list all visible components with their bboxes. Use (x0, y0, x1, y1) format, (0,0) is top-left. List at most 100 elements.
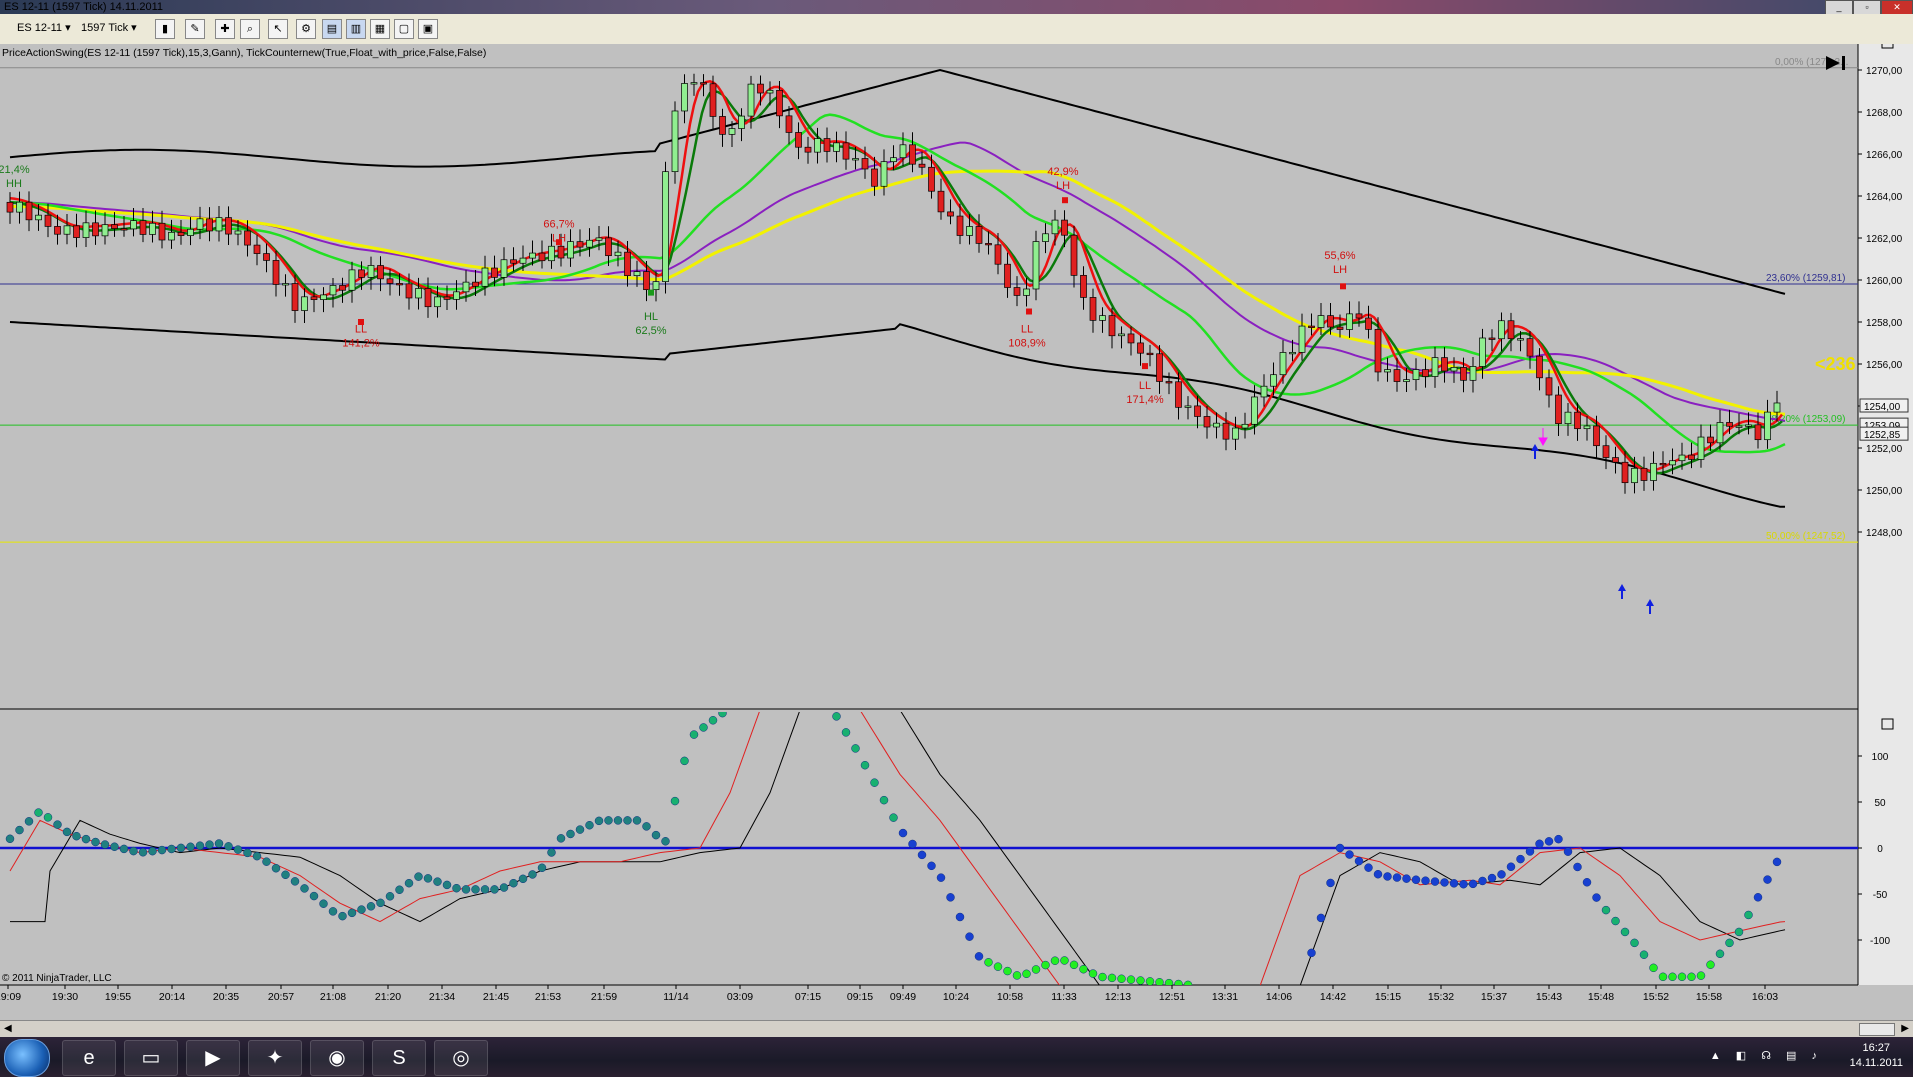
osc-dot (1772, 857, 1782, 867)
data-box-icon[interactable]: ▦ (370, 19, 390, 39)
candle-body (1764, 411, 1771, 441)
osc-dot (1402, 874, 1411, 883)
candle-body (1061, 219, 1068, 236)
indicators-icon[interactable]: ▤ (322, 19, 342, 39)
candle-body (54, 226, 61, 235)
osc-dot (575, 825, 585, 834)
candle-body (586, 239, 593, 248)
candle-body (633, 271, 641, 277)
candle-body (367, 265, 375, 278)
osc-dot (1183, 980, 1193, 985)
candle-body (1726, 422, 1733, 427)
price-label: 1258,00 (1866, 318, 1903, 329)
taskbar-clock[interactable]: 16:27 14.11.2011 (1850, 1041, 1903, 1071)
chart-area[interactable]: 0,00% (1270,2...23,60% (1259,81)38,20% (… (0, 44, 1913, 1020)
candle-body (44, 214, 52, 227)
candle-body (453, 291, 460, 300)
system-tray[interactable]: ▲ ◧ ☊ ▤ ♪ (1710, 1049, 1823, 1062)
candle-body (35, 214, 42, 221)
interval-label: 1597 Tick (81, 22, 129, 34)
window-titlebar: ES 12-11 (1597 Tick) 14.11.2011 _ ▫ ✕ (0, 0, 1913, 15)
osc-dot (509, 878, 518, 888)
horizontal-scrollbar[interactable]: ◀ ▶ (0, 1020, 1913, 1037)
interval-selector[interactable]: 1597 Tick ▾ (78, 19, 140, 38)
instrument-selector[interactable]: ES 12-11 ▾ (14, 19, 74, 38)
media-player-icon[interactable]: ▶ (186, 1040, 240, 1076)
pointer-icon[interactable]: ↖ (268, 19, 288, 39)
price-label: 1256,00 (1866, 360, 1903, 371)
swing-label: LL (1021, 324, 1033, 336)
osc-dot (119, 844, 129, 854)
candle-body (966, 226, 973, 236)
candle-body (1374, 329, 1382, 373)
osc-dot (585, 820, 594, 830)
snapshot-icon[interactable]: ▢ (394, 19, 414, 39)
ninjatrader-icon[interactable]: ◎ (434, 1040, 488, 1076)
folder-icon[interactable]: ▭ (124, 1040, 178, 1076)
osc-dot (708, 716, 718, 725)
candle-body (1650, 462, 1657, 481)
osc-dot (1326, 878, 1335, 888)
osc-dot (1592, 893, 1601, 902)
bar-type-icon[interactable]: ▮ (155, 19, 175, 39)
app-icon[interactable]: ✦ (248, 1040, 302, 1076)
time-label: 11/14 (663, 991, 689, 1003)
candle-body (557, 245, 565, 259)
scroll-thumb[interactable] (1859, 1023, 1895, 1036)
firefox-icon[interactable]: ◉ (310, 1040, 364, 1076)
osc-dot (917, 850, 927, 860)
restore-button[interactable]: ▫ (1853, 0, 1881, 15)
candle-body (1175, 381, 1182, 408)
strategies-icon[interactable]: ▥ (346, 19, 366, 39)
zoom-icon[interactable]: ⌕ (240, 19, 260, 39)
candle-body (16, 201, 23, 213)
time-label: 14:06 (1266, 991, 1292, 1003)
drawing-tool-icon[interactable]: ✎ (185, 19, 205, 39)
crosshair-icon[interactable]: ✚ (215, 19, 235, 39)
scroll-left-icon[interactable]: ◀ (4, 1023, 12, 1034)
start-button[interactable] (4, 1039, 50, 1077)
candle-body (1023, 288, 1030, 296)
ie-icon[interactable]: e (62, 1040, 116, 1076)
osc-dot (1734, 927, 1744, 937)
osc-dot (1487, 873, 1497, 883)
time-label: 21:59 (591, 991, 617, 1003)
close-button[interactable]: ✕ (1881, 0, 1913, 15)
candle-body (1488, 337, 1496, 340)
candle-body (1450, 367, 1458, 372)
osc-dot (566, 829, 575, 839)
candle-body (1108, 315, 1116, 337)
osc-dot (1668, 972, 1677, 982)
osc-dot (385, 892, 395, 901)
osc-dot (632, 816, 642, 825)
candle-body (1659, 462, 1667, 466)
minimize-button[interactable]: _ (1825, 0, 1853, 15)
properties-icon[interactable]: ⚙ (296, 19, 316, 39)
osc-dot (556, 834, 566, 843)
osc-dot (224, 842, 233, 851)
time-label: 19:09 (0, 991, 21, 1003)
candle-body (73, 225, 80, 238)
osc-dot (661, 837, 670, 846)
osc-dot (1392, 873, 1402, 882)
osc-dot (24, 817, 34, 826)
osc-dot (1307, 948, 1316, 958)
candle-body (614, 251, 622, 257)
candle-body (928, 166, 935, 192)
osc-dot (404, 878, 414, 888)
skype-icon[interactable]: S (372, 1040, 426, 1076)
candle-body (937, 190, 945, 213)
chart-trader-icon[interactable]: ▣ (418, 19, 438, 39)
candle-body (1213, 422, 1220, 428)
price-label: 1250,00 (1866, 486, 1903, 497)
time-label: 03:09 (727, 991, 753, 1003)
osc-dot (1620, 927, 1630, 937)
osc-dot (1316, 913, 1326, 923)
scroll-right-icon[interactable]: ▶ (1901, 1023, 1909, 1034)
candle-body (310, 296, 318, 300)
candle-body (1365, 317, 1372, 330)
candle-body (1640, 467, 1648, 481)
candle-body (424, 288, 432, 308)
windows-taskbar: e ▭ ▶ ✦ ◉ S ◎ ▲ ◧ ☊ ▤ ♪ 16:27 14.11.2011 (0, 1037, 1913, 1077)
osc-dot (1145, 977, 1155, 985)
